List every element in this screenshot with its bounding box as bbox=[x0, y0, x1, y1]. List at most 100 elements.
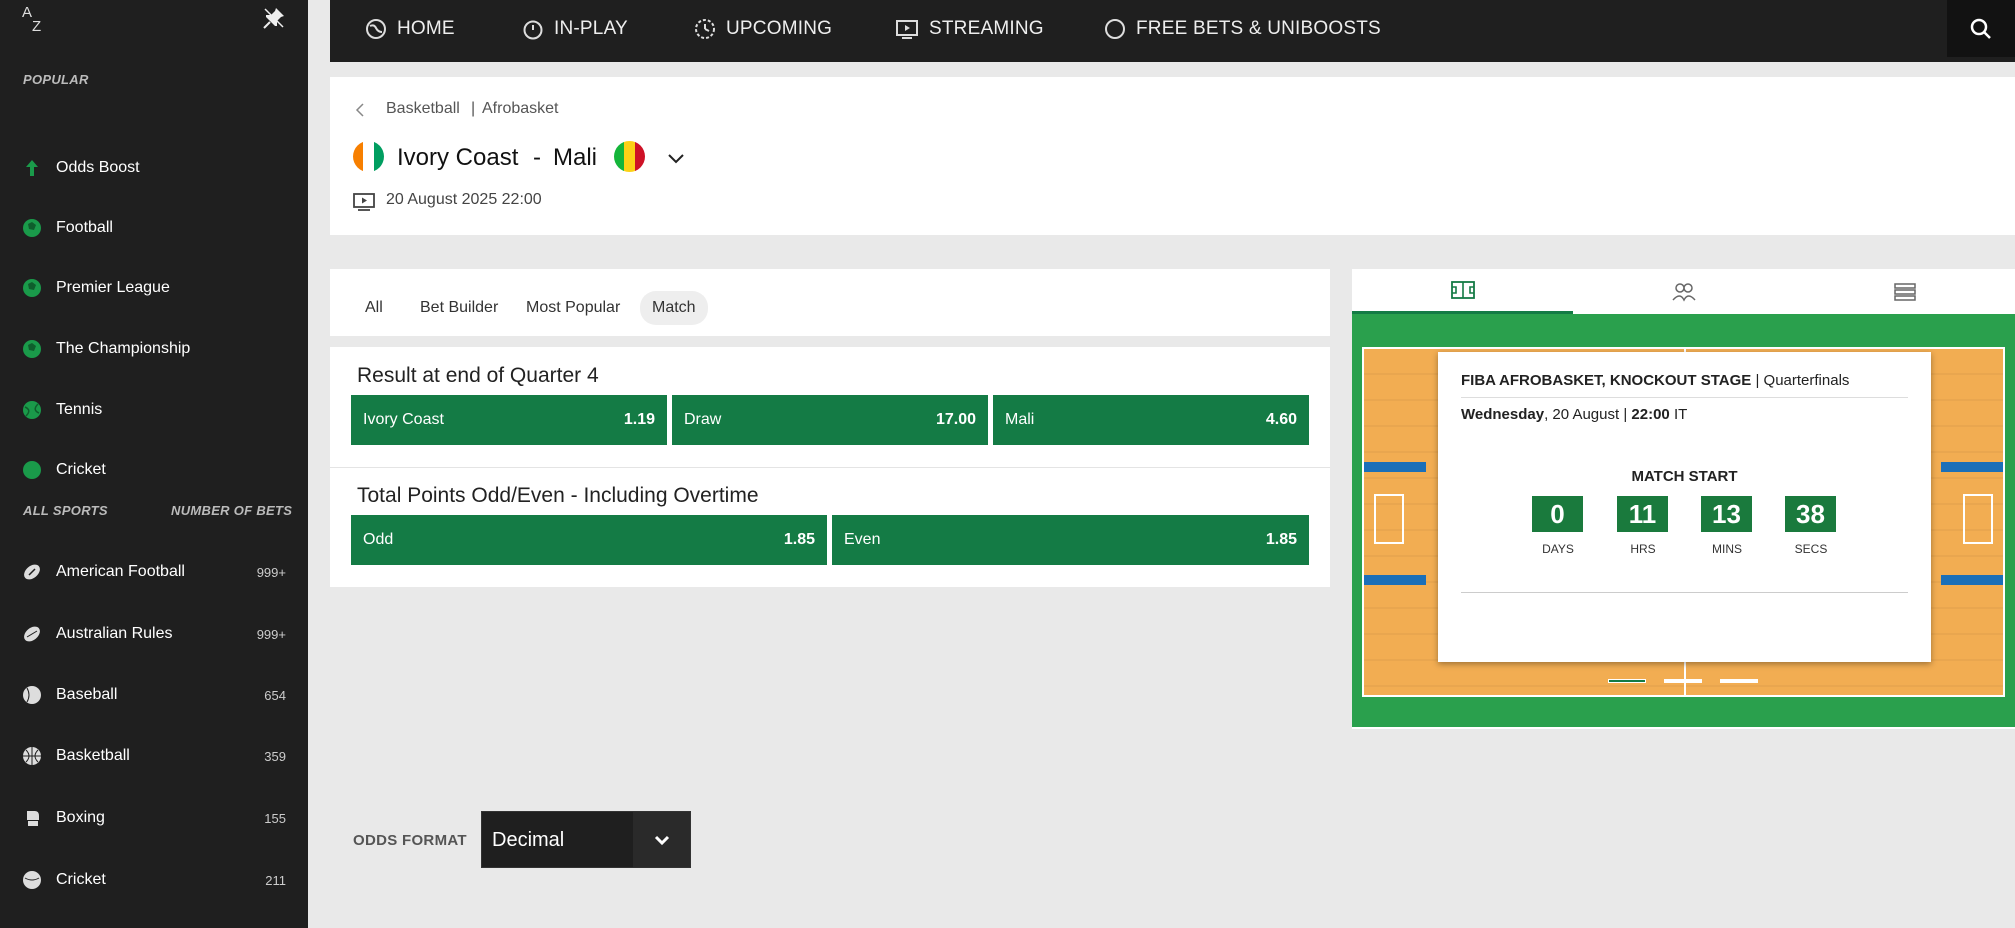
away-team-name: Mali bbox=[553, 144, 598, 171]
sidebar-item-label: Cricket bbox=[56, 461, 106, 478]
sidebar: A Z POPULAR Odds Boost Football Premier … bbox=[0, 0, 308, 928]
nav-upcoming[interactable]: UPCOMING bbox=[694, 0, 832, 57]
countdown-hours-label: HRS bbox=[1630, 542, 1656, 556]
outcome-odds: 1.19 bbox=[623, 411, 655, 428]
chevron-down-icon[interactable] bbox=[666, 152, 686, 166]
sidebar-item-the-championship[interactable]: The Championship bbox=[0, 329, 308, 369]
tab-players[interactable] bbox=[1573, 269, 1794, 314]
nav-in-play[interactable]: IN-PLAY bbox=[522, 0, 628, 57]
tab-stats[interactable] bbox=[1794, 269, 2015, 314]
carousel-dot[interactable] bbox=[1720, 679, 1758, 683]
sidebar-item-cricket-all[interactable]: Cricket 211 bbox=[0, 860, 308, 900]
basketball-icon bbox=[23, 747, 41, 765]
tab-court[interactable] bbox=[1352, 269, 1573, 314]
countdown-days-label: DAYS bbox=[1542, 542, 1574, 556]
sidebar-item-cricket[interactable]: Cricket bbox=[0, 450, 308, 490]
countdown-seconds: 38 bbox=[1785, 496, 1836, 532]
search-button[interactable] bbox=[1947, 0, 2015, 57]
sidebar-item-label: Baseball bbox=[56, 686, 118, 703]
tab-bet-builder[interactable]: Bet Builder bbox=[420, 291, 498, 325]
sidebar-item-label: Basketball bbox=[56, 747, 130, 764]
competition-separator: | bbox=[1755, 372, 1760, 389]
odds-button[interactable]: Ivory Coast 1.19 bbox=[351, 395, 667, 445]
market-tabs: All Bet Builder Most Popular Match bbox=[330, 269, 1330, 336]
lane-line bbox=[1364, 575, 1426, 585]
countdown-seconds-label: SECS bbox=[1794, 542, 1828, 556]
australian-rules-icon bbox=[24, 626, 40, 642]
carousel-dot[interactable] bbox=[1664, 679, 1702, 683]
divider bbox=[1461, 592, 1908, 593]
chevron-down-icon bbox=[654, 835, 669, 845]
sidebar-item-tennis[interactable]: Tennis bbox=[0, 390, 308, 430]
tab-all[interactable]: All bbox=[365, 291, 383, 325]
sidebar-item-baseball[interactable]: Baseball 654 bbox=[0, 675, 308, 715]
odds-button[interactable]: Mali 4.60 bbox=[993, 395, 1309, 445]
outcome-label: Draw bbox=[684, 411, 722, 428]
tab-match[interactable]: Match bbox=[640, 291, 708, 325]
court-key bbox=[1963, 494, 1993, 544]
nav-free-bets[interactable]: FREE BETS & UNIBOOSTS bbox=[1104, 0, 1381, 57]
breadcrumb-league[interactable]: Afrobasket bbox=[482, 100, 558, 118]
sidebar-item-label: Australian Rules bbox=[56, 625, 173, 642]
cricket-icon bbox=[23, 871, 41, 889]
sidebar-item-basketball[interactable]: Basketball 359 bbox=[0, 736, 308, 776]
search-icon bbox=[1970, 18, 1991, 39]
players-icon bbox=[1671, 282, 1696, 302]
sidebar-item-label: Odds Boost bbox=[56, 159, 140, 176]
nav-free-bets-label: FREE BETS & UNIBOOSTS bbox=[1136, 17, 1381, 39]
sidebar-item-american-football[interactable]: American Football 999+ bbox=[0, 552, 308, 592]
pin-icon[interactable] bbox=[262, 6, 286, 30]
odds-format-select[interactable]: Decimal bbox=[481, 811, 691, 868]
odds-button[interactable]: Even 1.85 bbox=[832, 515, 1309, 565]
odds-button[interactable]: Draw 17.00 bbox=[672, 395, 988, 445]
breadcrumb-separator: | bbox=[471, 100, 476, 117]
odds-boost-icon bbox=[26, 160, 38, 176]
odds-format-value: Decimal bbox=[492, 829, 565, 851]
sidebar-item-label: Football bbox=[56, 219, 113, 236]
breadcrumb-sport[interactable]: Basketball bbox=[386, 100, 460, 118]
mali-flag-icon bbox=[614, 141, 645, 172]
streaming-tv-icon bbox=[353, 193, 375, 211]
outcome-label: Mali bbox=[1005, 411, 1035, 428]
sidebar-item-odds-boost[interactable]: Odds Boost bbox=[0, 148, 308, 188]
football-icon bbox=[23, 340, 41, 358]
countdown-days: 0 bbox=[1532, 496, 1583, 532]
nav-home[interactable]: HOME bbox=[365, 0, 455, 57]
chevron-left-icon[interactable] bbox=[354, 103, 366, 117]
outcome-odds: 1.85 bbox=[1265, 531, 1297, 548]
stopwatch-icon bbox=[523, 20, 543, 39]
kickoff-line: Wednesday, 20 August | 22:00 IT bbox=[1461, 406, 1687, 423]
tab-most-popular[interactable]: Most Popular bbox=[526, 291, 620, 325]
outcome-label: Even bbox=[844, 531, 881, 548]
sidebar-top: A Z bbox=[0, 0, 308, 48]
kickoff-timezone: IT bbox=[1673, 406, 1688, 423]
football-icon bbox=[23, 279, 41, 297]
competition-round: Quarterfinals bbox=[1763, 372, 1850, 389]
sidebar-item-premier-league[interactable]: Premier League bbox=[0, 268, 308, 308]
lane-line bbox=[1941, 575, 2003, 585]
court-icon bbox=[1450, 281, 1475, 299]
az-sort-icon[interactable]: A Z bbox=[22, 5, 41, 34]
outcome-odds: 4.60 bbox=[1265, 411, 1297, 428]
odds-button[interactable]: Odd 1.85 bbox=[351, 515, 827, 565]
bet-count: 654 bbox=[264, 687, 286, 703]
countdown-hours: 11 bbox=[1617, 496, 1668, 532]
sidebar-item-boxing[interactable]: Boxing 155 bbox=[0, 798, 308, 838]
event-header: Basketball | Afrobasket Ivory Coast - Ma… bbox=[330, 77, 2015, 235]
markets-list: Result at end of Quarter 4 Ivory Coast 1… bbox=[330, 347, 1330, 587]
nav-streaming[interactable]: STREAMING bbox=[895, 0, 1044, 57]
popular-heading: POPULAR bbox=[23, 72, 89, 87]
bet-count: 999+ bbox=[256, 564, 286, 580]
sidebar-item-australian-rules[interactable]: Australian Rules 999+ bbox=[0, 614, 308, 654]
odds-format-dropdown-toggle[interactable] bbox=[633, 812, 690, 867]
kickoff-time: 22:00 bbox=[1631, 406, 1670, 423]
sidebar-item-football[interactable]: Football bbox=[0, 208, 308, 248]
sidebar-item-label: Premier League bbox=[56, 279, 170, 296]
sidebar-item-label: Cricket bbox=[56, 871, 106, 888]
match-start-label: MATCH START bbox=[1631, 468, 1738, 485]
home-globe-icon bbox=[366, 18, 386, 39]
football-icon bbox=[23, 219, 41, 237]
nav-in-play-label: IN-PLAY bbox=[554, 17, 628, 39]
kickoff-day: Wednesday bbox=[1461, 406, 1545, 423]
carousel-dot-active[interactable] bbox=[1608, 679, 1646, 683]
